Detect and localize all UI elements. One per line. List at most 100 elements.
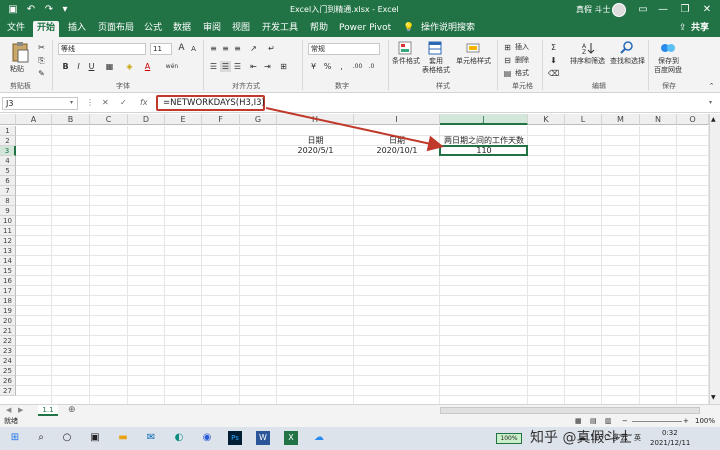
tab-file[interactable]: 文件	[6, 21, 26, 37]
cell-i2[interactable]: 日期	[354, 136, 440, 146]
file-explorer-icon[interactable]: ▬	[116, 431, 130, 445]
increase-indent-icon[interactable]: ⇥	[262, 61, 273, 72]
vertical-scrollbar[interactable]: ▲ ▼	[709, 114, 720, 404]
row-header-21[interactable]: 21	[0, 326, 16, 336]
column-header-i[interactable]: I	[354, 114, 440, 125]
photoshop-icon[interactable]: Ps	[228, 431, 242, 445]
scroll-up-icon[interactable]: ▲	[711, 116, 716, 123]
cell-styles-icon[interactable]	[466, 41, 480, 55]
delete-cells-button[interactable]: 删除	[515, 56, 529, 65]
align-middle-icon[interactable]: ≡	[220, 43, 231, 54]
find-select-icon[interactable]	[620, 41, 634, 55]
tab-review[interactable]: 审阅	[202, 21, 222, 37]
align-top-icon[interactable]: ≡	[208, 43, 219, 54]
autosum-icon[interactable]: Σ	[548, 42, 559, 53]
font-size-select[interactable]: 11	[150, 43, 172, 55]
row-header-20[interactable]: 20	[0, 316, 16, 326]
percent-icon[interactable]: %	[322, 61, 333, 72]
ribbon-display-icon[interactable]: ▭	[636, 3, 650, 17]
redo-icon[interactable]: ↷	[42, 3, 56, 17]
comma-style-icon[interactable]: ,	[336, 61, 347, 72]
delete-cells-icon[interactable]: ⊟	[502, 55, 513, 66]
align-right-icon[interactable]: ☰	[232, 61, 243, 72]
paste-icon[interactable]	[10, 41, 30, 63]
column-header-m[interactable]: M	[602, 114, 640, 125]
tab-view[interactable]: 视图	[231, 21, 251, 37]
worksheet-grid[interactable]: A B C D E F G H I J K L M N O 1 2 3 4 5 6 7 8 9 10 11 12 13 14 15 16 17…	[0, 114, 720, 404]
zoom-level[interactable]: 100%	[695, 416, 715, 427]
border-icon[interactable]: ▦	[104, 61, 115, 72]
column-header-g[interactable]: G	[240, 114, 277, 125]
undo-icon[interactable]: ↶	[24, 3, 38, 17]
battery-indicator[interactable]: 100%	[496, 433, 522, 444]
expand-formula-bar-icon[interactable]: ▾	[709, 97, 712, 109]
name-box-dropdown-icon[interactable]: ▾	[70, 97, 73, 109]
column-header-j[interactable]: J	[440, 114, 528, 125]
row-header-24[interactable]: 24	[0, 356, 16, 366]
row-header-15[interactable]: 15	[0, 266, 16, 276]
row-header-16[interactable]: 16	[0, 276, 16, 286]
language-indicator[interactable]: 英	[634, 432, 641, 444]
align-center-icon[interactable]: ☰	[220, 61, 231, 72]
zoom-slider[interactable]	[632, 421, 682, 422]
row-header-22[interactable]: 22	[0, 336, 16, 346]
cut-icon[interactable]: ✂	[36, 42, 47, 53]
conditional-format-icon[interactable]	[398, 41, 412, 55]
row-header-11[interactable]: 11	[0, 226, 16, 236]
align-left-icon[interactable]: ☰	[208, 61, 219, 72]
save-icon[interactable]: ▣	[6, 3, 20, 17]
increase-decimal-icon[interactable]: .00	[352, 61, 363, 72]
name-box[interactable]: J3	[2, 97, 78, 110]
windows-start-icon[interactable]: ⊞	[8, 431, 22, 445]
copy-icon[interactable]: ⎘	[36, 55, 47, 66]
insert-cells-button[interactable]: 插入	[515, 43, 529, 52]
sort-filter-icon[interactable]: AZ	[581, 41, 595, 55]
format-as-table-button-line2[interactable]: 表格格式	[422, 66, 450, 75]
font-name-select[interactable]: 等线	[58, 43, 146, 55]
select-all-corner[interactable]	[0, 114, 16, 125]
row-header-1[interactable]: 1	[0, 126, 16, 136]
bold-button[interactable]: B	[60, 61, 71, 72]
clock-date[interactable]: 2021/12/11	[650, 438, 690, 448]
row-header-2[interactable]: 2	[0, 136, 16, 146]
row-header-9[interactable]: 9	[0, 206, 16, 216]
minimize-button[interactable]: —	[656, 3, 670, 17]
column-header-h[interactable]: H	[277, 114, 354, 125]
excel-taskbar-icon[interactable]: X	[284, 431, 298, 445]
row-header-7[interactable]: 7	[0, 186, 16, 196]
format-cells-icon[interactable]: ▤	[502, 68, 513, 79]
decrease-decimal-icon[interactable]: .0	[366, 61, 377, 72]
column-header-k[interactable]: K	[528, 114, 565, 125]
row-header-17[interactable]: 17	[0, 286, 16, 296]
column-header-b[interactable]: B	[52, 114, 90, 125]
column-header-c[interactable]: C	[90, 114, 128, 125]
normal-view-icon[interactable]: ▦	[575, 416, 582, 427]
cancel-icon[interactable]: ✕	[102, 97, 109, 109]
decrease-indent-icon[interactable]: ⇤	[248, 61, 259, 72]
row-header-14[interactable]: 14	[0, 256, 16, 266]
horizontal-scrollbar[interactable]	[440, 407, 700, 414]
sheet-nav-prev-icon[interactable]: ◀	[6, 406, 11, 414]
row-header-26[interactable]: 26	[0, 376, 16, 386]
lightbulb-icon[interactable]: 💡	[402, 21, 415, 37]
clock-time[interactable]: 0:32	[662, 428, 678, 438]
wrap-text-icon[interactable]: ↵	[266, 43, 277, 54]
save-to-netdisk-line2[interactable]: 百度网盘	[654, 66, 682, 75]
row-header-10[interactable]: 10	[0, 216, 16, 226]
share-icon[interactable]: ⇪	[678, 21, 688, 37]
phonetic-button[interactable]: wén	[162, 61, 182, 72]
tab-page-layout[interactable]: 页面布局	[97, 21, 135, 37]
page-layout-view-icon[interactable]: ▤	[590, 416, 597, 427]
tab-help[interactable]: 帮助	[309, 21, 329, 37]
merge-center-icon[interactable]: ⊞	[278, 61, 289, 72]
row-header-13[interactable]: 13	[0, 246, 16, 256]
italic-button[interactable]: I	[73, 61, 84, 72]
tab-data[interactable]: 数据	[172, 21, 192, 37]
sheet-tab-1-1[interactable]: 1.1	[38, 405, 58, 416]
enter-icon[interactable]: ✓	[120, 97, 127, 109]
insert-function-icon[interactable]: fx	[140, 97, 148, 109]
zoom-in-icon[interactable]: +	[683, 416, 689, 427]
tab-developer[interactable]: 开发工具	[261, 21, 299, 37]
cell-styles-button[interactable]: 单元格样式	[456, 57, 491, 66]
mail-icon[interactable]: ✉	[144, 431, 158, 445]
